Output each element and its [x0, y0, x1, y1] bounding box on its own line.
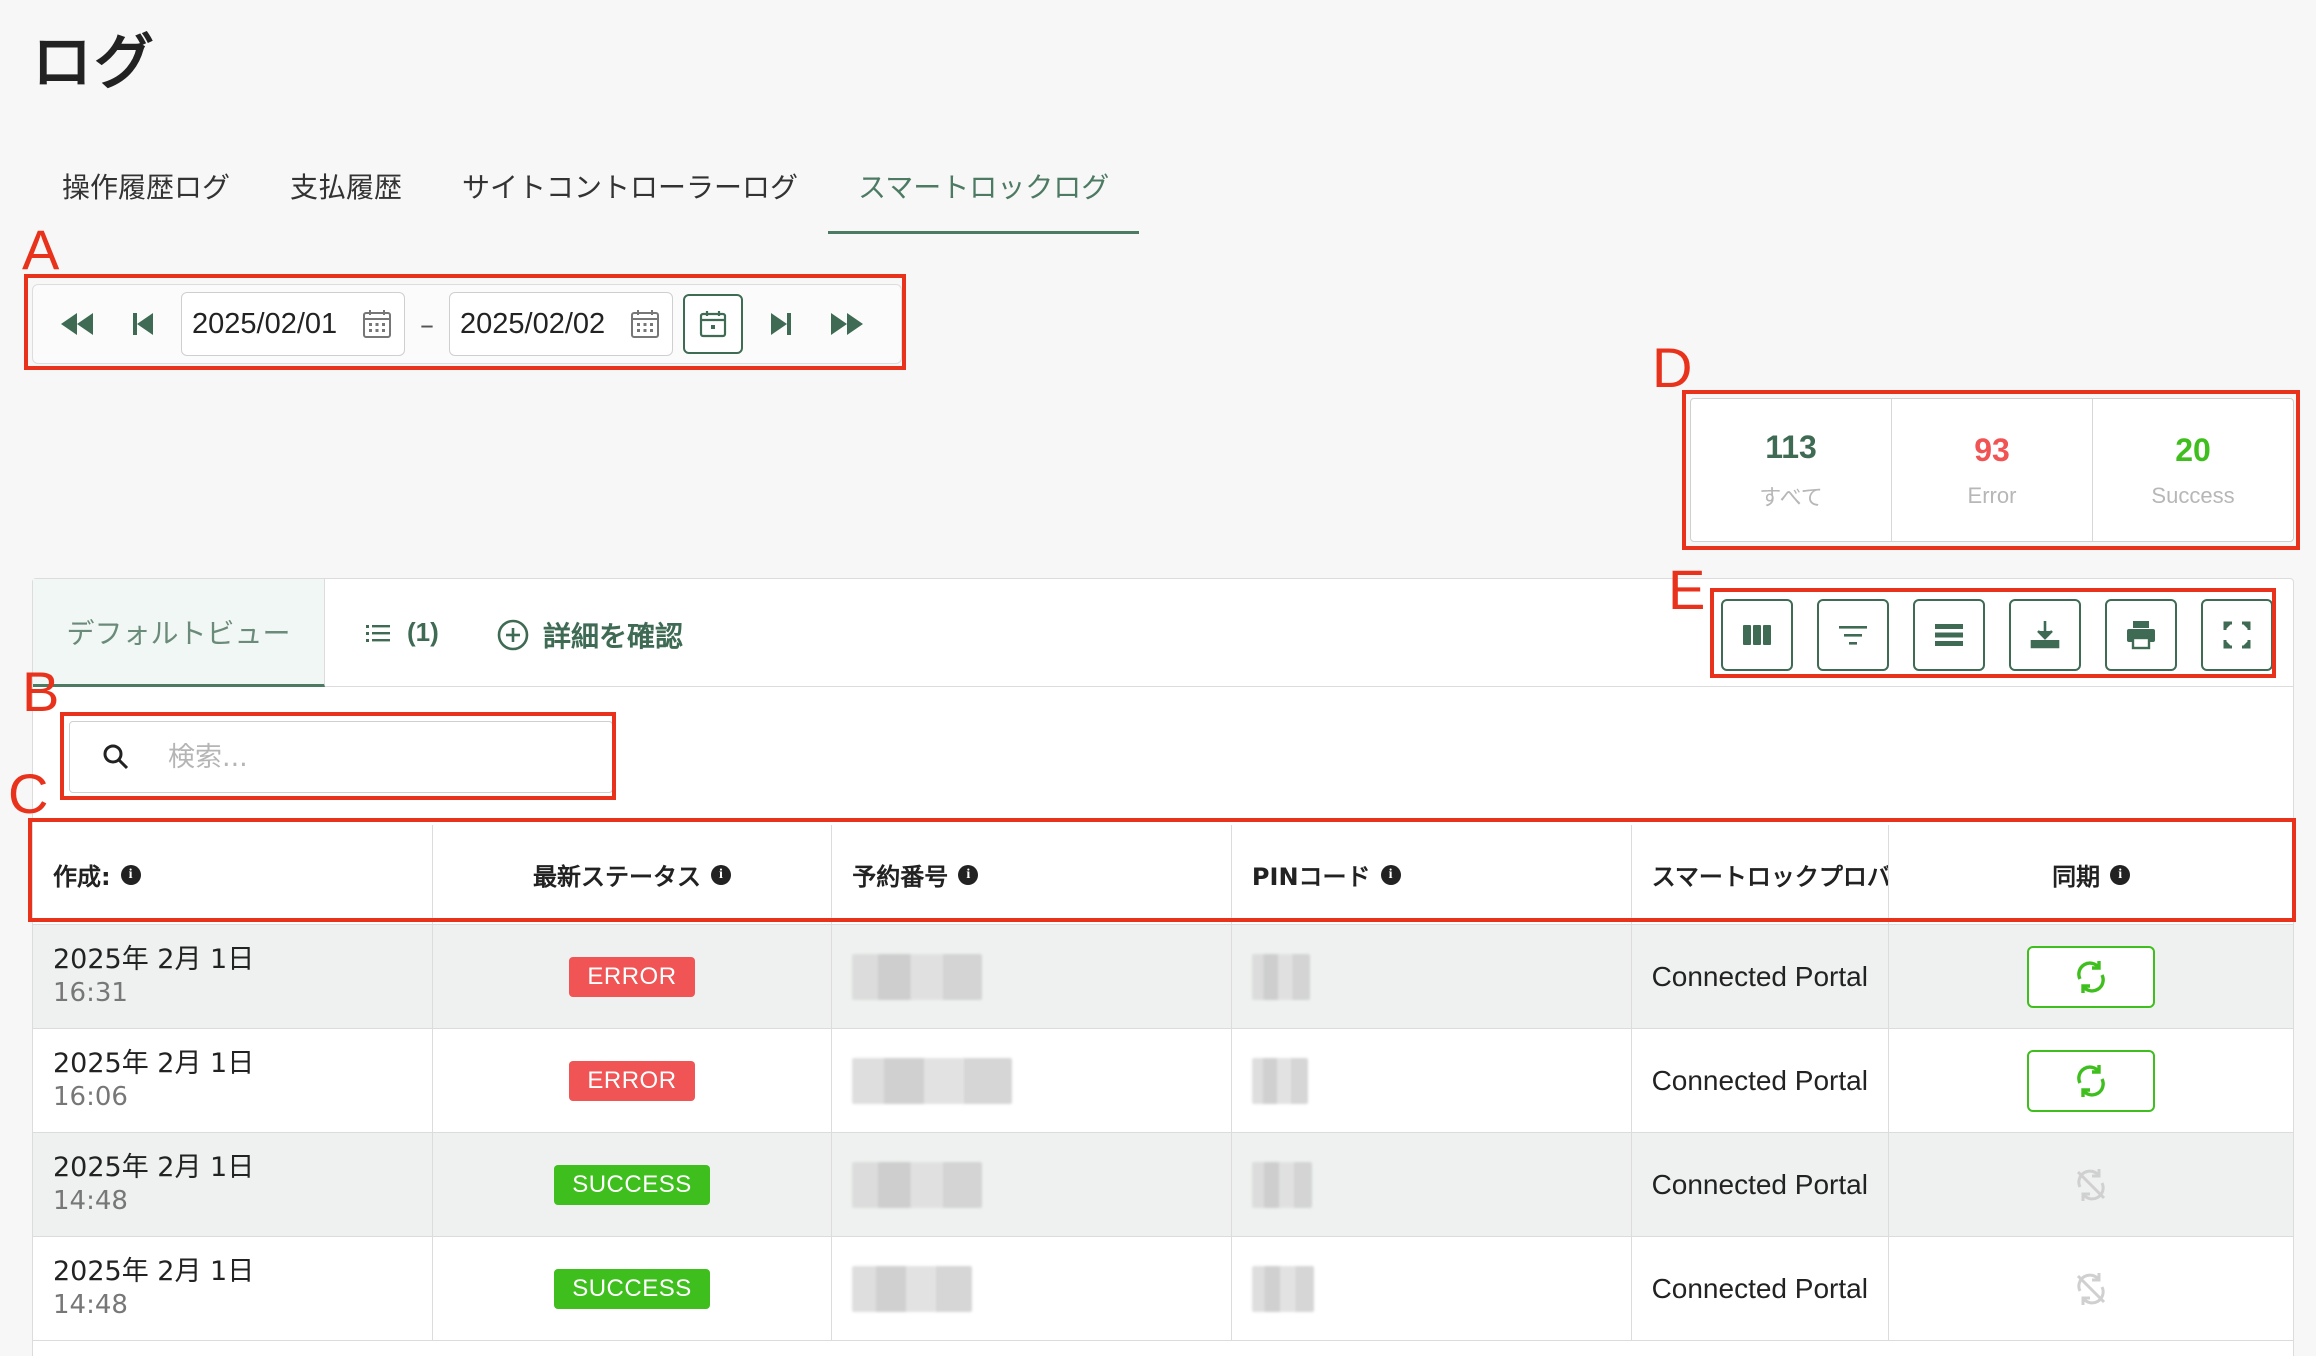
created-cell: 2025年 2月 1日 14:48 — [33, 1133, 433, 1236]
tab-payment-history[interactable]: 支払履歴 — [260, 150, 432, 234]
sync-disabled-icon — [2077, 1168, 2106, 1201]
provider-cell: Connected Portal — [1632, 925, 1890, 1028]
created-date: 2025年 2月 1日 — [53, 944, 255, 976]
tab-site-controller-log[interactable]: サイトコントローラーログ — [432, 150, 828, 234]
sync-cell — [1889, 1029, 2293, 1132]
reservation-cell — [832, 925, 1232, 1028]
main-tabs: 操作履歴ログ 支払履歴 サイトコントローラーログ スマートロックログ — [32, 150, 1140, 234]
table-row[interactable]: 2025年 2月 1日 16:06 ERROR Connected Portal — [33, 1029, 2293, 1133]
pin-cell — [1232, 925, 1632, 1028]
annotation-label-d: D — [1652, 336, 1693, 399]
tab-default-view[interactable]: デフォルトビュー — [33, 579, 325, 687]
saved-views-count: (1) — [407, 617, 439, 647]
provider-cell: Connected Portal — [1632, 1237, 1890, 1340]
table-row[interactable]: 2025年 2月 1日 14:48 SUCCESS Connected Porta… — [33, 1237, 2293, 1341]
redacted-reservation — [852, 1057, 1013, 1104]
provider-name: Connected Portal — [1651, 1064, 1868, 1096]
sync-icon — [2077, 1064, 2105, 1097]
page-title: ログ — [32, 28, 156, 98]
created-cell: 2025年 2月 1日 16:06 — [33, 1029, 433, 1132]
add-circle-icon — [497, 619, 529, 651]
created-time: 16:31 — [53, 978, 128, 1009]
status-badge: SUCCESS — [554, 1164, 710, 1205]
sync-cell — [1889, 925, 2293, 1028]
pin-cell — [1232, 1133, 1632, 1236]
sync-disabled-icon — [2077, 1272, 2106, 1305]
annotation-box-a — [24, 274, 906, 370]
created-time: 16:06 — [53, 1082, 128, 1113]
saved-views-button[interactable]: (1) — [363, 617, 439, 648]
annotation-label-c: C — [8, 762, 49, 825]
status-cell: ERROR — [433, 1029, 833, 1132]
annotation-box-e — [1710, 588, 2276, 678]
tab-operation-log[interactable]: 操作履歴ログ — [32, 150, 260, 234]
redacted-pin — [1251, 953, 1310, 1000]
redacted-pin — [1251, 1057, 1308, 1104]
sync-button[interactable] — [2027, 945, 2156, 1008]
tab-smartlock-log[interactable]: スマートロックログ — [828, 150, 1140, 234]
reservation-cell — [832, 1237, 1232, 1340]
provider-cell: Connected Portal — [1632, 1029, 1890, 1132]
provider-name: Connected Portal — [1651, 1272, 1868, 1304]
table-row[interactable]: 2025年 2月 1日 16:31 ERROR Connected Portal — [33, 925, 2293, 1029]
provider-cell: Connected Portal — [1632, 1133, 1890, 1236]
pin-cell — [1232, 1029, 1632, 1132]
status-cell: SUCCESS — [433, 1133, 833, 1236]
view-details-label: 詳細を確認 — [543, 620, 684, 653]
sync-cell — [1889, 1133, 2293, 1236]
annotation-label-b: B — [22, 660, 60, 723]
reservation-cell — [832, 1133, 1232, 1236]
created-date: 2025年 2月 1日 — [53, 1152, 255, 1184]
sync-button[interactable] — [2027, 1049, 2156, 1112]
annotation-label-e: E — [1668, 558, 1706, 621]
reservation-cell — [832, 1029, 1232, 1132]
sync-icon — [2077, 960, 2105, 993]
created-cell: 2025年 2月 1日 14:48 — [33, 1237, 433, 1340]
table-row[interactable]: 2025年 2月 1日 14:48 SUCCESS Connected Porta… — [33, 1133, 2293, 1237]
redacted-pin — [1251, 1161, 1312, 1208]
created-date: 2025年 2月 1日 — [53, 1256, 255, 1288]
annotation-box-d — [1682, 390, 2300, 550]
created-date: 2025年 2月 1日 — [53, 1048, 255, 1080]
created-time: 14:48 — [53, 1186, 128, 1217]
redacted-pin — [1251, 1265, 1314, 1312]
pin-cell — [1232, 1237, 1632, 1340]
provider-name: Connected Portal — [1651, 1168, 1868, 1200]
annotation-box-c — [28, 818, 2296, 922]
redacted-reservation — [852, 1161, 983, 1208]
status-cell: SUCCESS — [433, 1237, 833, 1340]
redacted-reservation — [852, 1265, 973, 1312]
list-icon — [366, 624, 390, 642]
status-badge: ERROR — [569, 956, 695, 997]
provider-name: Connected Portal — [1651, 960, 1868, 992]
log-table-panel: デフォルトビュー (1) 詳細を確認 検索... 作成: i 最新ステータス i… — [32, 578, 2294, 1356]
created-time: 14:48 — [53, 1290, 128, 1321]
sync-cell — [1889, 1237, 2293, 1340]
redacted-reservation — [852, 953, 983, 1000]
annotation-label-a: A — [22, 218, 60, 281]
annotation-box-b — [60, 712, 616, 800]
view-details-button[interactable]: 詳細を確認 — [495, 615, 683, 655]
status-badge: ERROR — [569, 1060, 695, 1101]
status-cell: ERROR — [433, 925, 833, 1028]
created-cell: 2025年 2月 1日 16:31 — [33, 925, 433, 1028]
status-badge: SUCCESS — [554, 1268, 710, 1309]
